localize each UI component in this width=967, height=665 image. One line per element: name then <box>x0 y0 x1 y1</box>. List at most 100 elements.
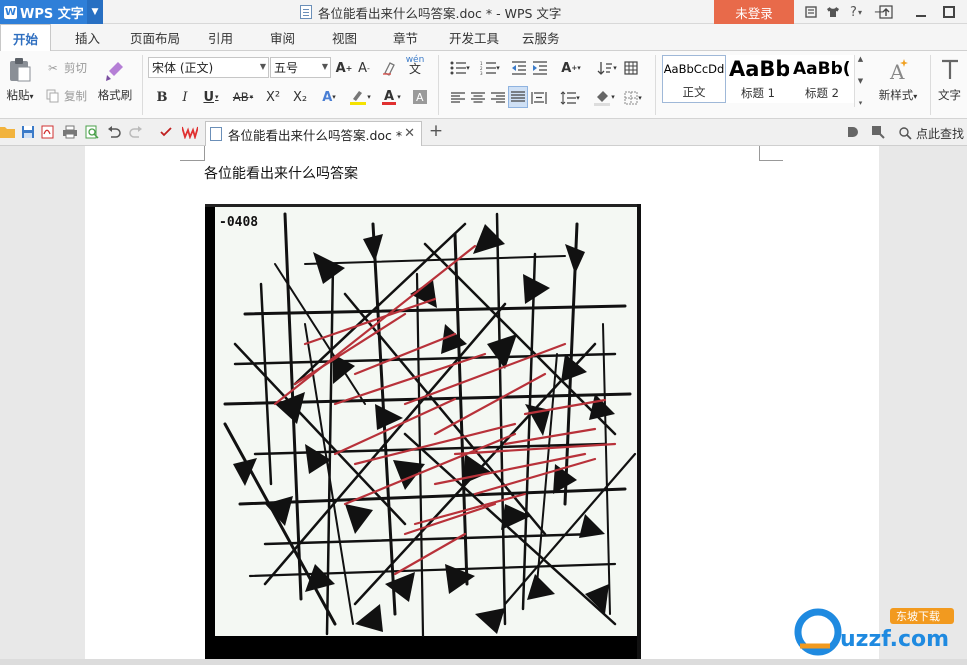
export-pdf-icon[interactable] <box>40 124 56 140</box>
wps-logo-icon: W <box>4 5 17 19</box>
tab-home[interactable]: 开始 <box>0 24 52 52</box>
grow-font-icon[interactable]: A + <box>335 58 353 78</box>
distribute-icon[interactable] <box>530 88 548 108</box>
phonetic-guide-icon[interactable]: wén 文 <box>403 55 427 76</box>
style-heading-2-label: 标题 2 <box>805 86 839 100</box>
ribbon: 粘贴▾ ✂ 剪切 复制 格式刷 宋体 (正文) ▼ 五号 ▼ A + A- wén 文 B… <box>0 51 967 119</box>
justify-icon[interactable] <box>508 86 528 108</box>
format-painter-label: 格式刷 <box>97 88 133 102</box>
bullets-icon[interactable]: ▾ <box>447 58 473 78</box>
tab-review[interactable]: 审阅 <box>270 24 295 51</box>
text-tools-button[interactable]: 文字 <box>938 57 967 103</box>
tab-insert[interactable]: 插入 <box>75 24 100 51</box>
format-painter-button[interactable]: 格式刷 <box>95 57 135 103</box>
margin-mark-left-v <box>204 146 205 161</box>
sort-icon[interactable]: ▾ <box>594 58 620 78</box>
document-tab[interactable]: 各位能看出来什么吗答案.doc * ✕ <box>205 121 422 146</box>
underline-button[interactable]: U ▾ <box>200 87 222 107</box>
puzzle-image[interactable]: -0408 <box>205 204 641 660</box>
svg-text:3: 3 <box>480 71 483 75</box>
customize-toolbar-icon[interactable] <box>158 124 174 140</box>
minimize-button[interactable] <box>907 0 935 24</box>
style-heading-1-preview: AaBb <box>729 57 789 81</box>
style-normal[interactable]: AaBbCcDd 正文 <box>662 55 726 103</box>
font-name-select[interactable]: 宋体 (正文) ▼ <box>148 57 269 78</box>
close-icon[interactable]: ✕ <box>404 126 415 141</box>
new-style-button[interactable]: A 新样式▾ <box>873 57 923 103</box>
watermark-badge: 东坡下载 <box>896 610 940 623</box>
tab-view[interactable]: 视图 <box>332 24 357 51</box>
line-spacing-icon[interactable]: ▾ <box>556 88 584 108</box>
align-left-icon[interactable] <box>450 88 466 108</box>
undo-icon[interactable] <box>106 124 122 140</box>
open-folder-icon[interactable] <box>0 124 16 140</box>
decrease-indent-icon[interactable] <box>510 58 528 78</box>
upload-icon[interactable] <box>872 0 900 24</box>
subscript-button[interactable]: X₂ <box>290 87 310 107</box>
table-icon[interactable] <box>622 58 640 78</box>
char-shading-icon[interactable]: A <box>410 87 430 107</box>
style-heading-1[interactable]: AaBb 标题 1 <box>726 55 790 103</box>
shrink-font-icon[interactable]: A- <box>355 58 373 78</box>
svg-text:A: A <box>416 91 424 104</box>
site-watermark: uzzf.com 东坡下载 <box>790 598 960 658</box>
style-heading-2[interactable]: AaBb( 标题 2 <box>790 55 854 103</box>
font-color-icon[interactable]: A ▾ <box>378 87 404 107</box>
image-label: -0408 <box>219 215 258 230</box>
tab-chapter[interactable]: 章节 <box>393 24 418 51</box>
strikethrough-button[interactable]: AB ▾ <box>228 87 258 107</box>
save-icon[interactable] <box>20 124 36 140</box>
text-tools-icon <box>942 59 958 79</box>
search-box[interactable]: 点此查找 <box>898 123 964 143</box>
tab-page-layout[interactable]: 页面布局 <box>130 24 180 51</box>
new-tab-icon[interactable]: + <box>428 121 444 141</box>
document-page[interactable]: 各位能看出来什么吗答案 -0408 <box>85 146 879 665</box>
tab-cloud[interactable]: 云服务 <box>522 24 560 51</box>
window-title: 各位能看出来什么吗答案.doc * - WPS 文字 <box>300 0 561 24</box>
skin-icon[interactable] <box>800 0 822 24</box>
change-case-icon[interactable]: A + ▾ <box>557 58 585 78</box>
title-bar: W WPS 文字 ▼ 各位能看出来什么吗答案.doc * - WPS 文字 未登… <box>0 0 967 24</box>
highlight-icon[interactable]: ▾ <box>347 87 373 107</box>
chevron-down-icon[interactable]: ▼ <box>87 0 103 24</box>
font-name-value: 宋体 (正文) <box>152 61 214 75</box>
maximize-button[interactable] <box>935 0 963 24</box>
cut-button[interactable]: ✂ 剪切 <box>45 60 87 76</box>
text-effect-icon[interactable]: A ▾ <box>318 87 340 107</box>
status-bar <box>0 659 967 665</box>
paste-button[interactable]: 粘贴▾ <box>2 57 38 103</box>
font-size-select[interactable]: 五号 ▼ <box>270 57 331 78</box>
style-heading-2-preview: AaBb( <box>793 59 851 79</box>
copy-button[interactable]: 复制 <box>45 88 87 104</box>
search-icon <box>899 127 912 140</box>
share-icon[interactable] <box>870 124 886 140</box>
margin-mark-right <box>759 160 783 161</box>
redo-icon[interactable] <box>128 124 144 140</box>
login-button[interactable]: 未登录 <box>714 0 794 24</box>
clear-format-icon[interactable] <box>381 58 399 78</box>
shirt-icon[interactable] <box>822 0 844 24</box>
wps-docer-icon[interactable] <box>182 124 198 140</box>
document-paragraph[interactable]: 各位能看出来什么吗答案 <box>204 163 358 183</box>
tab-references[interactable]: 引用 <box>208 24 233 51</box>
doc-mode-icon[interactable] <box>845 124 861 140</box>
print-icon[interactable] <box>62 124 78 140</box>
svg-text:A: A <box>384 89 394 104</box>
align-center-icon[interactable] <box>470 88 486 108</box>
align-right-icon[interactable] <box>490 88 506 108</box>
paragraph-shading-icon[interactable]: ▾ <box>590 87 618 107</box>
print-preview-icon[interactable] <box>84 124 100 140</box>
tab-developer[interactable]: 开发工具 <box>449 24 499 51</box>
increase-indent-icon[interactable] <box>531 58 549 78</box>
bold-button[interactable]: B <box>155 87 169 107</box>
borders-icon[interactable]: ▾ <box>620 88 646 108</box>
app-menu-button[interactable]: W WPS 文字 ▼ <box>0 0 103 24</box>
style-gallery-scroll[interactable]: ▲ ▼ ▾ <box>854 55 866 107</box>
style-normal-preview: AaBbCcDd <box>663 62 725 76</box>
help-icon[interactable]: ? ▾ <box>844 0 868 24</box>
document-canvas[interactable]: 各位能看出来什么吗答案 -0408 <box>0 146 967 665</box>
numbering-icon[interactable]: 1 2 3 ▾ <box>477 58 503 78</box>
document-tab-label: 各位能看出来什么吗答案.doc * <box>228 127 403 143</box>
superscript-button[interactable]: X² <box>263 87 283 107</box>
italic-button[interactable]: I <box>178 87 192 107</box>
